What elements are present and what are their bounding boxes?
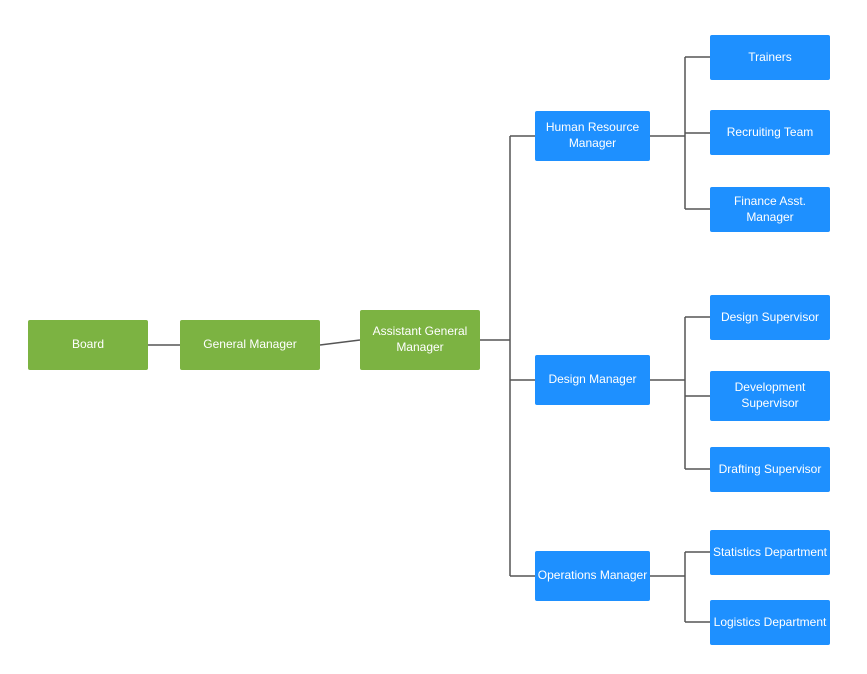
operations-manager-node: Operations Manager <box>535 551 650 601</box>
hr-manager-node: Human Resource Manager <box>535 111 650 161</box>
org-chart: Board General Manager Assistant General … <box>0 0 867 674</box>
development-supervisor-node: Development Supervisor <box>710 371 830 421</box>
logistics-dept-node: Logistics Department <box>710 600 830 645</box>
statistics-dept-node: Statistics Department <box>710 530 830 575</box>
board-node: Board <box>28 320 148 370</box>
trainers-node: Trainers <box>710 35 830 80</box>
design-manager-node: Design Manager <box>535 355 650 405</box>
general-manager-node: General Manager <box>180 320 320 370</box>
drafting-supervisor-node: Drafting Supervisor <box>710 447 830 492</box>
finance-asst-manager-node: Finance Asst. Manager <box>710 187 830 232</box>
design-supervisor-node: Design Supervisor <box>710 295 830 340</box>
recruiting-team-node: Recruiting Team <box>710 110 830 155</box>
assistant-general-manager-node: Assistant General Manager <box>360 310 480 370</box>
